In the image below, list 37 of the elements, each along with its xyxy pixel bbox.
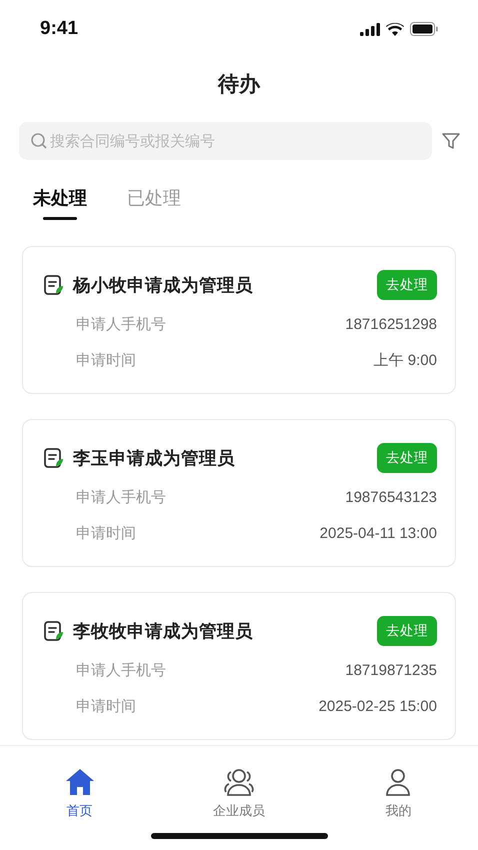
tab[interactable]: 已处理 — [127, 186, 181, 220]
card-title: 李玉申请成为管理员 — [73, 448, 236, 470]
field-value: 2025-04-11 13:00 — [320, 524, 437, 542]
document-icon — [43, 447, 65, 469]
tab[interactable]: 未处理 — [33, 186, 87, 220]
home-icon — [64, 768, 95, 796]
field-label: 申请人手机号 — [76, 314, 166, 334]
field-label: 申请人手机号 — [76, 488, 166, 506]
people-icon — [222, 768, 256, 796]
field-label: 申请人手机号 — [76, 660, 166, 680]
signal-icon — [360, 22, 380, 36]
card-title: 杨小牧申请成为管理员 — [73, 275, 254, 297]
document-icon — [43, 274, 65, 296]
field-label: 申请时间 — [76, 696, 136, 716]
process-button[interactable]: 去处理 — [377, 270, 437, 300]
nav-tab[interactable]: 企业成员 — [159, 746, 319, 850]
field-value: 18719871235 — [345, 662, 437, 678]
field-value: 19876543123 — [345, 488, 437, 506]
field-value: 18716251298 — [345, 316, 437, 332]
battery-icon — [410, 22, 438, 36]
field-label: 申请时间 — [76, 524, 136, 542]
search-icon — [30, 132, 48, 150]
page-title: 待办 — [216, 71, 262, 98]
field-value: 上午 9:00 — [374, 350, 437, 370]
search-field[interactable]: 搜索合同编号或报关编号 — [19, 122, 432, 160]
process-button[interactable]: 去处理 — [377, 616, 437, 646]
field-label: 申请时间 — [76, 350, 136, 370]
field-value: 2025-02-25 15:00 — [318, 698, 437, 714]
card-title: 李牧牧申请成为管理员 — [73, 621, 254, 643]
status-time: 9:41 — [40, 18, 78, 40]
document-icon — [43, 620, 65, 642]
person-icon — [384, 768, 412, 796]
process-button[interactable]: 去处理 — [377, 443, 437, 473]
nav-tab[interactable]: 首页 — [0, 746, 160, 850]
filter-icon[interactable] — [442, 132, 460, 150]
nav-tab[interactable]: 我的 — [318, 746, 478, 850]
wifi-icon — [386, 22, 404, 36]
